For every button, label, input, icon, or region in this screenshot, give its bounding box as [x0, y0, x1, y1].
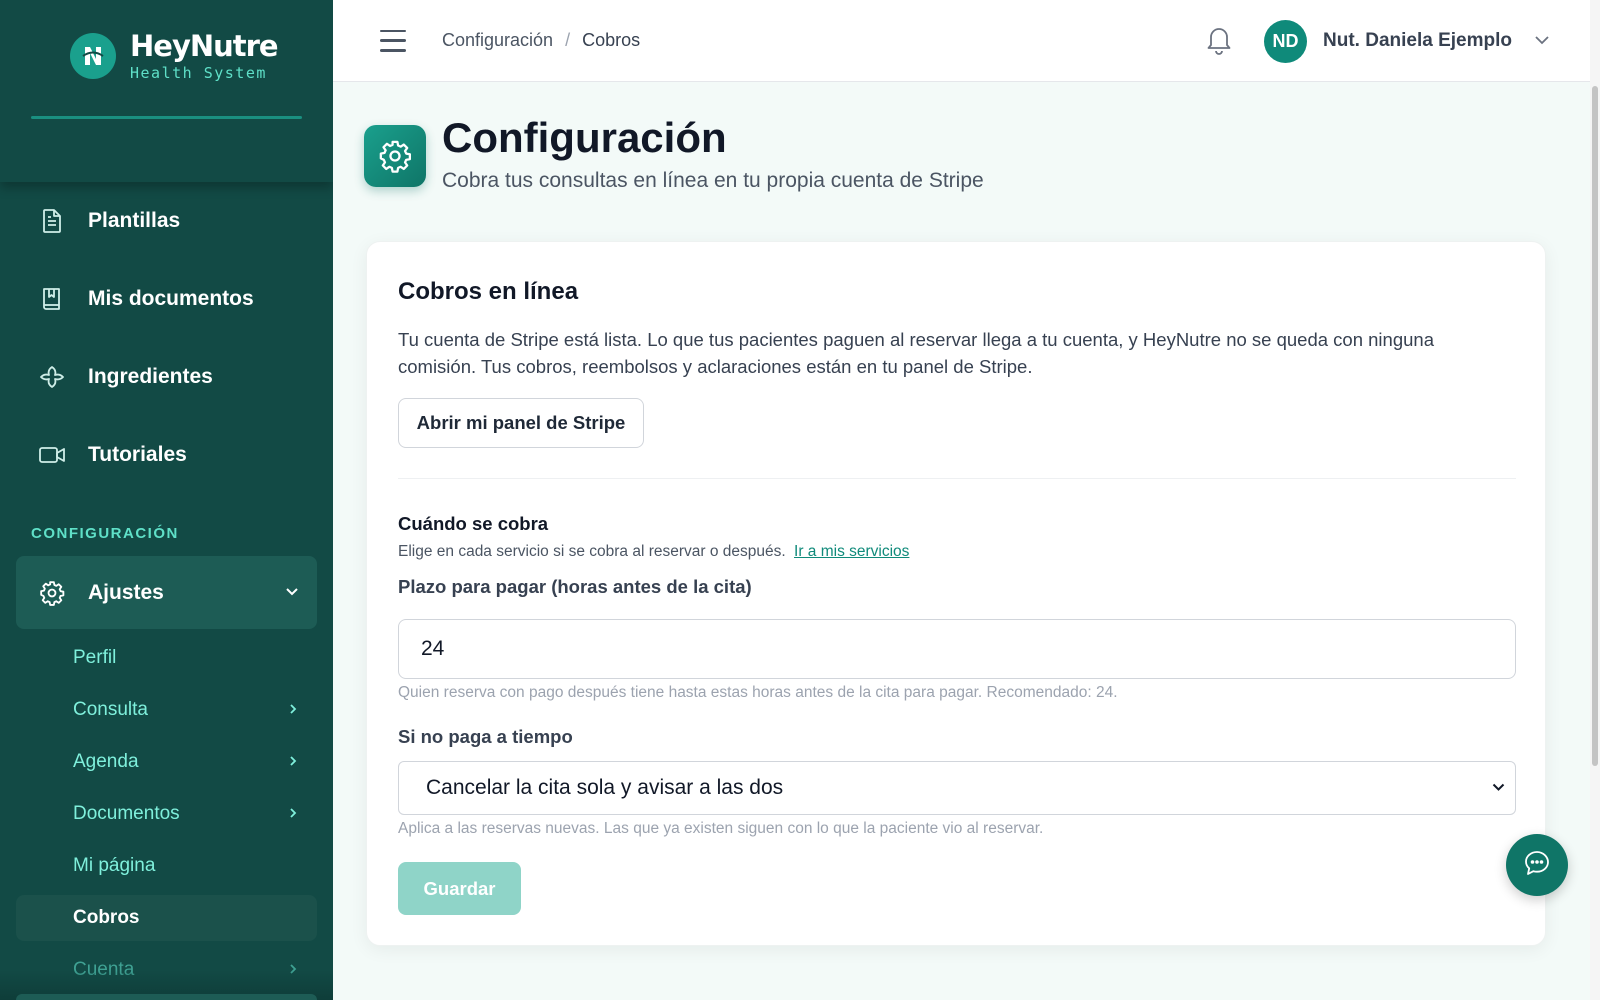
- menu-icon[interactable]: [380, 29, 406, 52]
- when-charged-title: Cuándo se cobra: [398, 513, 549, 534]
- sidebar-item-plantillas[interactable]: Plantillas: [0, 182, 333, 260]
- go-to-services-link[interactable]: Ir a mis servicios: [794, 543, 909, 560]
- late-payment-help: Aplica a las reservas nuevas. Las que ya…: [398, 820, 1044, 837]
- chevron-down-icon: [1492, 779, 1505, 797]
- sidebar-item-label: Mis documentos: [88, 287, 254, 310]
- topbar: Configuración / Cobros ND Nut. Daniela E…: [333, 0, 1590, 82]
- chevron-down-icon[interactable]: [1534, 32, 1550, 50]
- logo-mark-icon: [70, 33, 116, 79]
- when-charged-text: Elige en cada servicio si se cobra al re…: [398, 543, 786, 560]
- settings-gear-icon: [364, 125, 426, 187]
- section-divider: [398, 478, 1516, 479]
- scrollbar-thumb[interactable]: [1592, 86, 1598, 766]
- sidebar-subitem-label: Perfil: [73, 647, 117, 668]
- sidebar-subitem-consulta[interactable]: Consulta: [16, 684, 317, 736]
- sidebar-item-label: Plantillas: [88, 209, 181, 232]
- sidebar-item-ingredientes[interactable]: Ingredientes: [0, 338, 333, 416]
- brand-name: HeyNutre: [130, 29, 279, 63]
- card-title: Cobros en línea: [398, 278, 579, 305]
- breadcrumb-configuracion[interactable]: Configuración: [442, 30, 553, 51]
- chevron-right-icon: [289, 803, 297, 825]
- sidebar-subitem-label: Cobros: [73, 907, 140, 928]
- book-icon: [38, 285, 66, 313]
- chevron-down-icon: [285, 584, 299, 602]
- video-icon: [38, 441, 66, 469]
- breadcrumb-separator: /: [565, 30, 571, 50]
- payment-deadline-label: Plazo para pagar (horas antes de la cita…: [398, 576, 752, 597]
- sidebar-nav: Plantillas Mis documentos Ingredientes T…: [0, 182, 333, 494]
- gear-icon: [38, 579, 66, 607]
- bell-icon[interactable]: [1204, 23, 1234, 60]
- sidebar-header: HeyNutre Health System: [0, 0, 333, 182]
- sidebar-subitem-perfil[interactable]: Perfil: [16, 632, 317, 684]
- chat-support-button[interactable]: [1506, 834, 1568, 896]
- sidebar-subitem-mi-pagina[interactable]: Mi página: [16, 840, 317, 892]
- sidebar-subitem-label: Mi página: [73, 855, 156, 876]
- sidebar-item-tutoriales[interactable]: Tutoriales: [0, 416, 333, 494]
- sidebar-item-ajustes[interactable]: Ajustes: [16, 556, 317, 629]
- payment-deadline-hours-input[interactable]: [398, 619, 1516, 679]
- sidebar-item-label: Ingredientes: [88, 365, 213, 388]
- late-payment-select[interactable]: Cancelar la cita sola y avisar a las dos: [398, 761, 1516, 815]
- page-scrollbar[interactable]: [1590, 0, 1600, 1000]
- chevron-right-icon: [289, 699, 297, 721]
- online-payments-card: Cobros en línea Tu cuenta de Stripe está…: [366, 241, 1546, 946]
- user-name[interactable]: Nut. Daniela Ejemplo: [1323, 30, 1512, 52]
- chevron-right-icon: [289, 751, 297, 773]
- page-subtitle: Cobra tus consultas en línea en tu propi…: [442, 169, 984, 192]
- avatar[interactable]: ND: [1264, 19, 1308, 63]
- topbar-user-area: ND Nut. Daniela Ejemplo: [1204, 0, 1550, 82]
- sidebar-subitem-label: Consulta: [73, 699, 148, 720]
- late-payment-label: Si no paga a tiempo: [398, 726, 573, 747]
- sidebar-subitem-label: Agenda: [73, 751, 139, 772]
- sidebar-subitem-agenda[interactable]: Agenda: [16, 736, 317, 788]
- sidebar-item-label: Ajustes: [88, 580, 164, 604]
- sidebar-item-mis-documentos[interactable]: Mis documentos: [0, 260, 333, 338]
- ingredient-icon: [38, 363, 66, 391]
- brand-tagline: Health System: [130, 64, 267, 82]
- payment-deadline-help: Quien reserva con pago después tiene has…: [398, 684, 1118, 701]
- sidebar-section-label: CONFIGURACIÓN: [31, 525, 179, 542]
- when-charged-description: Elige en cada servicio si se cobra al re…: [398, 543, 909, 561]
- sidebar-next-item: [16, 994, 317, 1000]
- open-stripe-dashboard-button[interactable]: Abrir mi panel de Stripe: [398, 398, 644, 448]
- sidebar: HeyNutre Health System Plantillas Mis do…: [0, 0, 333, 1000]
- sidebar-item-label: Tutoriales: [88, 443, 187, 466]
- sidebar-divider: [31, 116, 302, 119]
- save-button[interactable]: Guardar: [398, 862, 521, 915]
- ajustes-submenu: Perfil Consulta Agenda Documentos Mi pág…: [16, 632, 317, 996]
- card-description: Tu cuenta de Stripe está lista. Lo que t…: [398, 329, 1434, 377]
- brand-logo[interactable]: HeyNutre Health System: [70, 29, 279, 82]
- late-payment-selected-value: Cancelar la cita sola y avisar a las dos: [426, 776, 784, 799]
- page-title: Configuración: [442, 114, 727, 161]
- sidebar-subitem-label: Documentos: [73, 803, 180, 824]
- sidebar-subitem-documentos[interactable]: Documentos: [16, 788, 317, 840]
- breadcrumb: Configuración / Cobros: [442, 30, 640, 51]
- chat-icon: [1522, 848, 1552, 883]
- sidebar-subitem-cobros[interactable]: Cobros: [16, 895, 317, 941]
- breadcrumb-current: Cobros: [582, 30, 641, 50]
- document-icon: [38, 207, 66, 235]
